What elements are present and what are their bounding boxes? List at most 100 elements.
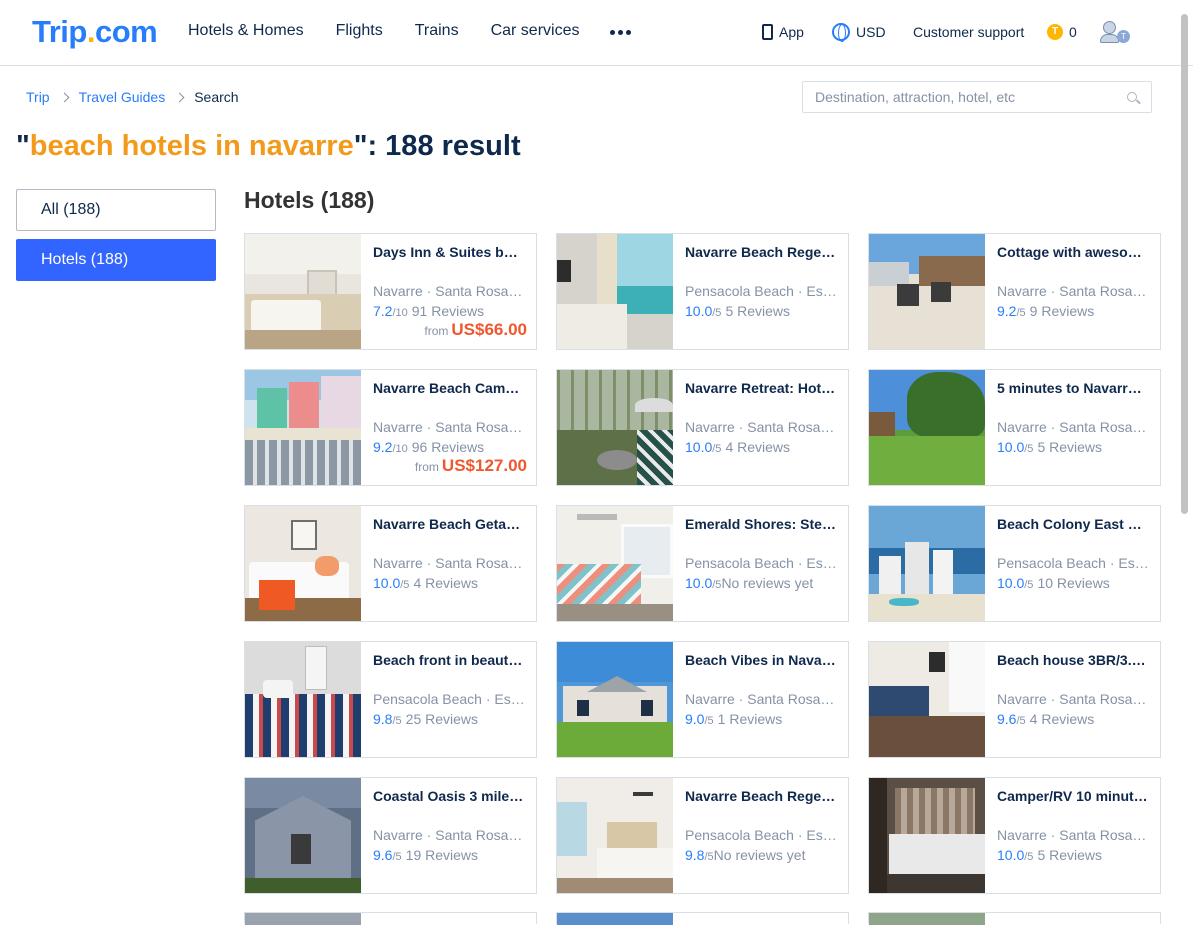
hotel-photo[interactable]: [869, 506, 985, 621]
hotel-photo[interactable]: [869, 234, 985, 349]
review-count: 91 Reviews: [411, 303, 485, 319]
hotel-photo[interactable]: [869, 778, 985, 893]
hotel-location: Pensacola Beach · Escambia County: [685, 283, 837, 299]
hotel-card[interactable]: Beach Colony East Tower Pensacola Beach ·…: [868, 505, 1161, 622]
review-count: 10 Reviews: [1037, 575, 1110, 591]
hotel-name[interactable]: Cottage with awesome backyard: [997, 244, 1149, 260]
more-icon[interactable]: [610, 30, 631, 35]
customer-support-link[interactable]: Customer support: [913, 24, 1024, 40]
hotel-name[interactable]: Navarre Retreat: Hot Tub & Fire Pit: [685, 380, 837, 396]
page-scrollbar[interactable]: [1181, 14, 1188, 514]
hotel-photo[interactable]: [557, 642, 673, 757]
hotel-name[interactable]: Emerald Shores: Steps to the Beach: [685, 516, 837, 532]
search-box: [802, 81, 1152, 113]
coins-count: 0: [1069, 24, 1077, 40]
hotel-name[interactable]: Navarre Beach Getaway: [373, 516, 525, 532]
hotel-photo[interactable]: [557, 506, 673, 621]
hotel-card[interactable]: Navarre Beach Regency Condominiums Pensac…: [556, 233, 849, 350]
search-input[interactable]: [803, 82, 1113, 112]
hotel-location: Navarre · Santa Rosa County: [373, 555, 525, 571]
hotel-card[interactable]: Navarre Retreat: Hot Tub & Fire Pit Navar…: [556, 369, 849, 486]
nav-trains[interactable]: Trains: [415, 22, 459, 40]
hotel-photo[interactable]: [557, 234, 673, 349]
hotel-rating: 10.0/5 5 Reviews: [997, 847, 1157, 863]
section-title: Hotels (188): [244, 187, 375, 213]
hotel-rating: 10.0/5 5 Reviews: [997, 439, 1157, 455]
currency-selector[interactable]: USD: [832, 23, 886, 42]
hotel-name[interactable]: Navarre Beach Regency Condominiums: [685, 244, 837, 260]
review-count: 9 Reviews: [1029, 303, 1095, 319]
hotel-photo[interactable]: [557, 778, 673, 893]
search-keyword: beach hotels in navarre: [29, 130, 354, 162]
rating-score: 10.0: [997, 439, 1025, 455]
app-link[interactable]: App: [762, 24, 804, 40]
rating-scale: /5: [1016, 307, 1026, 319]
hotel-card-partial[interactable]: [556, 912, 849, 925]
hotel-name[interactable]: Beach house 3BR/3.5BA Navarre: [997, 652, 1149, 668]
hotel-photo[interactable]: [245, 778, 361, 893]
hotel-card[interactable]: Navarre Beach Getaway Navarre · Santa Ros…: [244, 505, 537, 622]
hotel-card[interactable]: Beach Vibes in Navarre Navarre · Santa Ro…: [556, 641, 849, 758]
hotel-name[interactable]: Beach front in beautiful Navarre: [373, 652, 525, 668]
review-count: 96 Reviews: [411, 439, 485, 455]
chevron-right-icon: [174, 92, 185, 102]
hotel-name[interactable]: Beach Vibes in Navarre: [685, 652, 837, 668]
hotel-photo[interactable]: [245, 234, 361, 349]
rating-score: 9.0: [685, 711, 705, 727]
hotel-photo[interactable]: [245, 642, 361, 757]
hotel-photo[interactable]: [245, 370, 361, 485]
hotel-card[interactable]: Camper/RV 10 minutes to beach Navarre · S…: [868, 777, 1161, 894]
hotel-rating: 10.0/5 5 Reviews: [685, 303, 845, 319]
hotel-location: Navarre · Santa Rosa County: [685, 691, 837, 707]
hotel-card[interactable]: Beach house 3BR/3.5BA Navarre Navarre · S…: [868, 641, 1161, 758]
hotel-name[interactable]: Camper/RV 10 minutes to beach: [997, 788, 1149, 804]
nav-hotels-homes[interactable]: Hotels & Homes: [188, 22, 304, 40]
rating-score: 10.0: [997, 847, 1025, 863]
hotel-rating: 9.2/5 9 Reviews: [997, 303, 1157, 319]
hotel-card[interactable]: Navarre Beach Campground Navarre · Santa …: [244, 369, 537, 486]
hotel-photo[interactable]: [869, 370, 985, 485]
hotel-name[interactable]: 5 minutes to Navarre Beach: [997, 380, 1149, 396]
hotel-name[interactable]: Beach Colony East Tower: [997, 516, 1149, 532]
hotel-card[interactable]: Emerald Shores: Steps to the Beach Pensac…: [556, 505, 849, 622]
hotel-card[interactable]: 5 minutes to Navarre Beach Navarre · Sant…: [868, 369, 1161, 486]
trip-coins[interactable]: T 0: [1047, 24, 1077, 40]
hotel-location: Navarre · Santa Rosa County: [685, 419, 837, 435]
hotel-card-partial[interactable]: [868, 912, 1161, 925]
breadcrumb-travel-guides[interactable]: Travel Guides: [79, 89, 166, 105]
breadcrumb-trip[interactable]: Trip: [26, 89, 50, 105]
customer-support-label: Customer support: [913, 24, 1025, 40]
trip-logo[interactable]: Trip.com: [32, 14, 158, 50]
hotel-card[interactable]: Navarre Beach Regency 206 Pensacola Beach…: [556, 777, 849, 894]
price-prefix: from: [424, 324, 449, 338]
hotel-name[interactable]: Days Inn & Suites by Wyndham Navarre - B…: [373, 244, 525, 260]
hotel-card[interactable]: Beach front in beautiful Navarre Pensacol…: [244, 641, 537, 758]
hotel-card-partial[interactable]: [244, 912, 537, 925]
page-title: "beach hotels in navarre": 188 result: [16, 130, 521, 162]
hotel-name[interactable]: Coastal Oasis 3 miles to Beach: [373, 788, 525, 804]
breadcrumb: Trip Travel Guides Search: [26, 89, 239, 105]
filter-all[interactable]: All (188): [16, 189, 216, 231]
rating-scale: /5: [1024, 443, 1034, 455]
nav-car-services[interactable]: Car services: [491, 22, 580, 40]
hotel-photo[interactable]: [245, 506, 361, 621]
rating-scale: /5: [704, 715, 714, 727]
search-icon[interactable]: [1127, 92, 1137, 102]
hotel-photo[interactable]: [557, 370, 673, 485]
hotel-name[interactable]: Navarre Beach Regency 206: [685, 788, 837, 804]
rating-scale: /5: [704, 851, 714, 863]
user-avatar-icon[interactable]: T: [1100, 20, 1130, 46]
review-count: No reviews yet: [721, 575, 814, 591]
hotel-card[interactable]: Days Inn & Suites by Wyndham Navarre - B…: [244, 233, 537, 350]
hotel-photo[interactable]: [869, 642, 985, 757]
rating-score: 9.2: [997, 303, 1017, 319]
hotel-card[interactable]: Cottage with awesome backyard Navarre · S…: [868, 233, 1161, 350]
nav-flights[interactable]: Flights: [336, 22, 383, 40]
hotel-location: Pensacola Beach · Escambia County: [997, 555, 1149, 571]
hotel-rating: 10.0/5 4 Reviews: [373, 575, 533, 591]
hotel-name[interactable]: Navarre Beach Campground: [373, 380, 525, 396]
review-count: 4 Reviews: [413, 575, 479, 591]
filter-hotels[interactable]: Hotels (188): [16, 239, 216, 281]
globe-icon: [832, 23, 850, 42]
hotel-card[interactable]: Coastal Oasis 3 miles to Beach Navarre · …: [244, 777, 537, 894]
